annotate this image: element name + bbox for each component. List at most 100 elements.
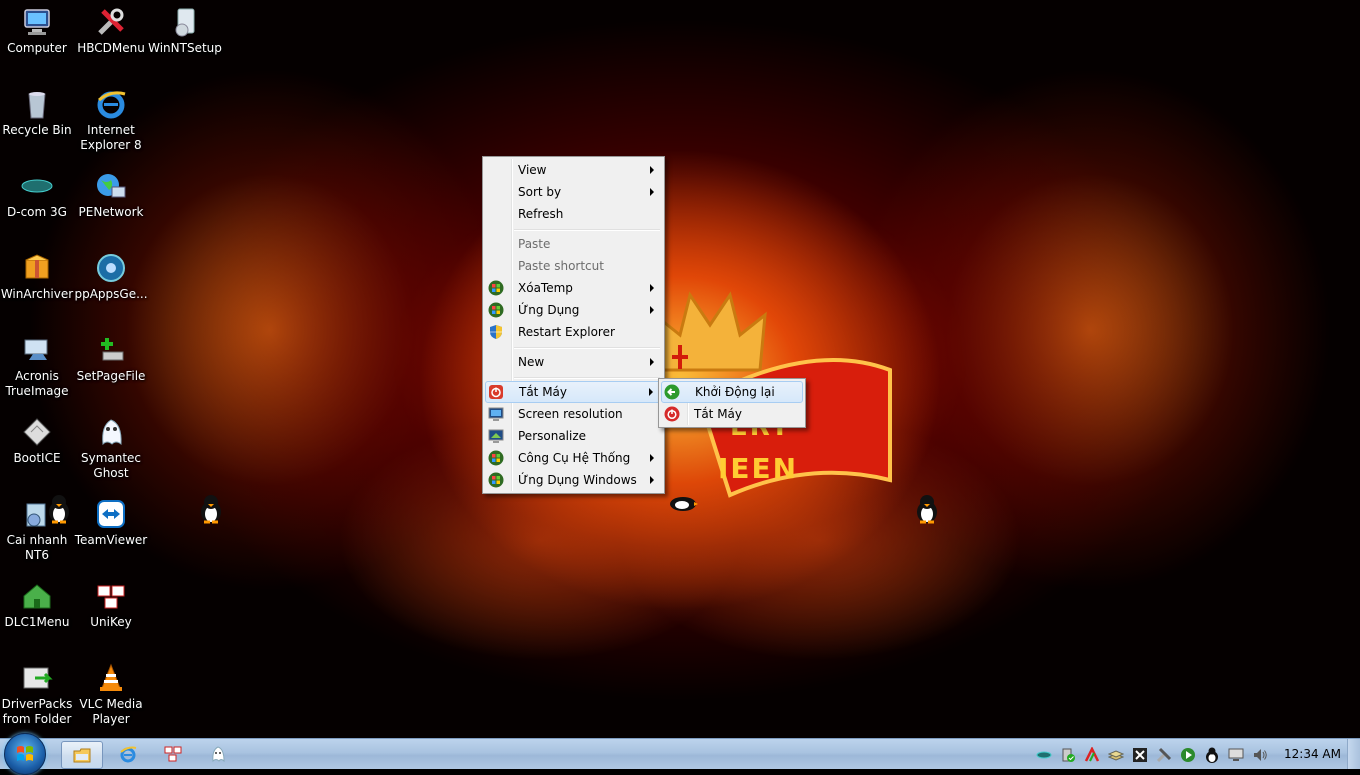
close-x-icon[interactable] <box>1132 747 1148 763</box>
desktop-icon-internet-explorer[interactable]: Internet Explorer 8 <box>74 88 148 153</box>
menu-item-label: Ứng Dụng Windows <box>518 473 637 487</box>
volume-icon[interactable] <box>1252 747 1268 763</box>
penguin-icon[interactable] <box>46 494 72 524</box>
submenu-arrow-icon <box>649 388 653 396</box>
menu-item-xoatemp[interactable]: XóaTemp <box>485 277 662 299</box>
submenu-arrow-icon <box>650 476 654 484</box>
display-icon[interactable] <box>1228 747 1244 763</box>
menu-item-label: XóaTemp <box>518 281 573 295</box>
desktop-icon-label: ppAppsGe... <box>74 287 148 301</box>
submenu-arrow-icon <box>650 166 654 174</box>
desktop-icon-recycle-bin[interactable]: Recycle Bin <box>0 88 74 138</box>
computer-icon <box>24 9 50 35</box>
submenu-arrow-icon <box>650 306 654 314</box>
menu-item-ung-dung-windows[interactable]: Ứng Dụng Windows <box>485 469 662 491</box>
menu-item-ung-dung[interactable]: Ứng Dụng <box>485 299 662 321</box>
taskbar: 12:34 AM <box>0 733 1360 775</box>
desktop-icon-ppappsge[interactable]: ppAppsGe... <box>74 252 148 302</box>
menu-item-label: Personalize <box>518 429 587 443</box>
desktop-icon-bootice[interactable]: BootICE <box>0 416 74 466</box>
menu-item-new[interactable]: New <box>485 351 662 373</box>
internet-explorer-icon <box>120 746 137 763</box>
desktop-icon-acronis[interactable]: Acronis TrueImage <box>0 334 74 399</box>
desktop-icon-dlc1menu[interactable]: DLC1Menu <box>0 580 74 630</box>
desktop-icon-winntsetup[interactable]: WinNTSetup <box>148 6 222 56</box>
menu-separator <box>514 347 660 349</box>
submenu-arrow-icon <box>650 188 654 196</box>
dlc-house-icon <box>23 584 51 609</box>
menu-item-label: Paste shortcut <box>518 259 604 273</box>
menu-item-label: New <box>518 355 545 369</box>
menu-item-label: Restart Explorer <box>518 325 615 339</box>
desktop-icon-computer[interactable]: Computer <box>0 6 74 56</box>
desktop-icon-unikey[interactable]: UniKey <box>74 580 148 630</box>
ghost-icon <box>212 746 225 763</box>
desktop-icon-label: Recycle Bin <box>2 123 72 137</box>
menu-item-personalize[interactable]: Personalize <box>485 425 662 447</box>
windows-logo-icon <box>17 746 33 761</box>
taskbar-ghost-button[interactable] <box>198 741 238 767</box>
desktop-icon-hbcdmenu[interactable]: HBCDMenu <box>74 6 148 56</box>
menu-item-khoi-dong-lai[interactable]: Khởi Động lại <box>661 381 803 403</box>
taskbar-unikey-button[interactable] <box>153 741 193 767</box>
desktop-icon-vlc[interactable]: VLC Media Player <box>74 662 148 727</box>
menu-item-label: Screen resolution <box>518 407 623 421</box>
desktop-icon-label: Symantec Ghost <box>80 451 142 480</box>
wallpaper-text-2: IEEN <box>718 452 799 485</box>
explorer-icon <box>73 748 91 763</box>
taskbar-ie-button[interactable] <box>108 741 148 767</box>
dcom-icon <box>21 179 53 193</box>
desktop-icon-label: TeamViewer <box>74 533 148 547</box>
taskbar-clock[interactable]: 12:34 AM <box>1284 747 1341 761</box>
menu-item-tat-may[interactable]: Tắt Máy <box>485 381 662 403</box>
taskbar-explorer-button[interactable] <box>61 741 103 769</box>
desktop-icon-teamviewer[interactable]: TeamViewer <box>74 498 148 548</box>
windows-orb-icon <box>488 302 504 318</box>
desktop-icon-symantec-ghost[interactable]: Symantec Ghost <box>74 416 148 481</box>
menu-item-paste-shortcut: Paste shortcut <box>485 255 662 277</box>
desktop-icon-label: BootICE <box>13 451 61 465</box>
menu-item-cong-cu-he-thong[interactable]: Công Cụ Hệ Thống <box>485 447 662 469</box>
apps-icon <box>97 254 125 282</box>
penguin-lying-icon[interactable] <box>668 494 698 512</box>
desktop-icon-penetwork[interactable]: PENetwork <box>74 170 148 220</box>
penguin-icon[interactable] <box>1204 747 1220 763</box>
menu-item-screen-resolution[interactable]: Screen resolution <box>485 403 662 425</box>
menu-item-label: Refresh <box>518 207 564 221</box>
acronis-icon <box>24 339 48 360</box>
safely-remove-icon[interactable] <box>1060 747 1076 763</box>
penguin-icon[interactable] <box>198 494 224 524</box>
shield-icon <box>490 325 502 339</box>
pagefile-icon <box>101 338 124 361</box>
penguin-icon[interactable] <box>914 494 940 524</box>
stack-icon[interactable] <box>1108 747 1124 763</box>
start-button[interactable] <box>4 733 46 775</box>
unikey-icon <box>164 746 182 762</box>
menu-item-tat-may-sub[interactable]: Tắt Máy <box>661 403 803 425</box>
desktop-icon-setpagefile[interactable]: SetPageFile <box>74 334 148 384</box>
windows-orb-icon <box>488 450 504 466</box>
network-icon[interactable] <box>1036 747 1052 763</box>
windows-orb-icon <box>488 280 504 296</box>
desktop-icon-label: WinArchiver <box>0 287 74 301</box>
menu-item-refresh[interactable]: Refresh <box>485 203 662 225</box>
menu-item-sort-by[interactable]: Sort by <box>485 181 662 203</box>
tools-icon[interactable] <box>1156 747 1172 763</box>
antivirus-icon[interactable] <box>1084 747 1100 763</box>
vlc-icon <box>100 663 122 691</box>
menu-item-label: Công Cụ Hệ Thống <box>518 451 631 465</box>
desktop-icon-label: DLC1Menu <box>4 615 70 629</box>
show-desktop-button[interactable] <box>1347 739 1360 769</box>
menu-item-view[interactable]: View <box>485 159 662 181</box>
menu-item-label: Ứng Dụng <box>518 303 580 317</box>
menu-item-restart-explorer[interactable]: Restart Explorer <box>485 321 662 343</box>
windows-orb-icon <box>488 472 504 488</box>
setup-icon <box>175 8 195 37</box>
desktop-icon-driverpacks[interactable]: DriverPacks from Folder <box>0 662 74 727</box>
menu-item-label: Sort by <box>518 185 562 199</box>
desktop-icon-dcom[interactable]: D-com 3G <box>0 170 74 220</box>
play-icon[interactable] <box>1180 747 1196 763</box>
teamviewer-icon <box>97 500 125 528</box>
desktop-icon-winarchiver[interactable]: WinArchiver <box>0 252 74 302</box>
menu-item-label: Khởi Động lại <box>695 385 775 399</box>
